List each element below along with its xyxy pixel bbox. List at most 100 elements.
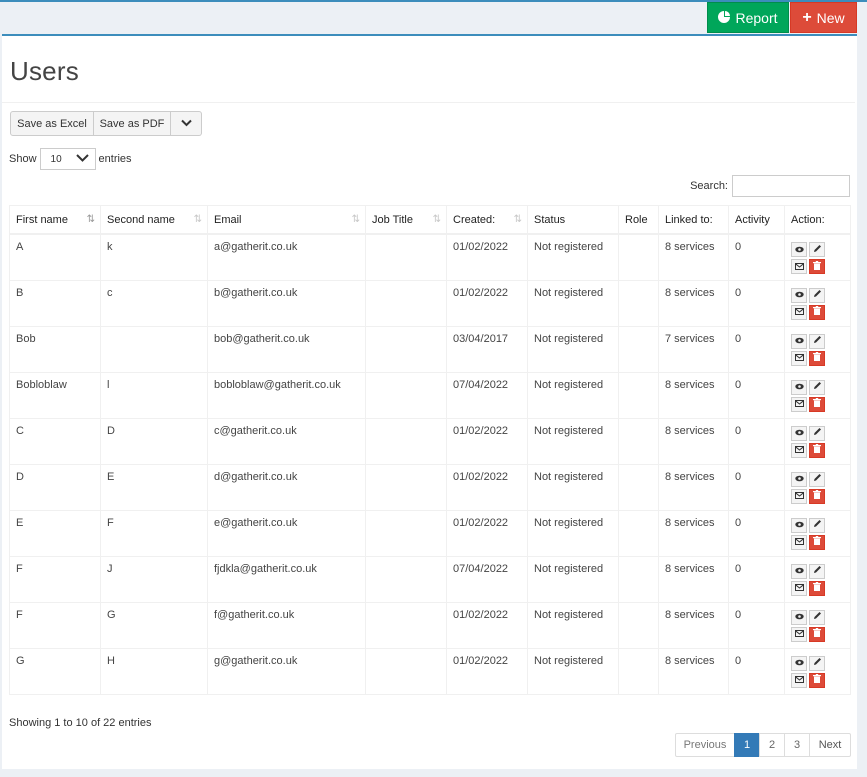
table-info: Showing 1 to 10 of 22 entries [9,717,152,729]
cell-created: 01/02/2022 [446,509,528,557]
page-length-control: Show 10 entries [9,148,132,170]
column-header-action: Action: [784,205,851,235]
view-button[interactable] [791,379,807,395]
delete-button[interactable] [809,672,825,688]
cell-activity: 0 [728,417,785,465]
entries-label: entries [98,153,132,165]
pencil-icon [813,611,822,623]
email-button[interactable] [791,396,807,412]
column-header-first-name[interactable]: First name ⇅ [9,205,101,235]
eye-icon [794,427,804,439]
pagination-page-2[interactable]: 2 [759,733,785,757]
view-button[interactable] [791,287,807,303]
cell-email: b@gatherit.co.uk [207,279,366,327]
pagination-previous[interactable]: Previous [675,733,735,757]
cell-actions [784,601,851,649]
edit-button[interactable] [809,333,825,349]
delete-button[interactable] [809,304,825,320]
view-button[interactable] [791,425,807,441]
column-header-second-name[interactable]: Second name ⇅ [100,205,208,235]
cell-first-name: D [9,463,101,511]
email-button[interactable] [791,488,807,504]
column-header-created[interactable]: Created: ⇅ [446,205,528,235]
table-row: Bobloblaw l bobloblaw@gatherit.co.uk 07/04/… [9,371,851,419]
cell-created: 07/04/2022 [446,371,528,419]
save-as-excel-button[interactable]: Save as Excel [10,111,94,136]
email-button[interactable] [791,442,807,458]
email-button[interactable] [791,672,807,688]
cell-activity: 0 [728,279,785,327]
trash-icon [813,536,821,548]
page-length-select[interactable]: 10 [39,148,96,170]
edit-button[interactable] [809,425,825,441]
new-button[interactable]: + New [790,2,857,33]
delete-button[interactable] [809,488,825,504]
cell-activity: 0 [728,463,785,511]
email-button[interactable] [791,350,807,366]
view-button[interactable] [791,517,807,533]
email-button[interactable] [791,626,807,642]
email-button[interactable] [791,259,807,274]
cell-job-title [365,601,447,649]
email-button[interactable] [791,580,807,596]
cell-status: Not registered [527,463,619,511]
pencil-icon [813,427,822,439]
pie-chart-icon [718,10,731,26]
cell-status: Not registered [527,371,619,419]
row-action-buttons [791,425,844,458]
edit-button[interactable] [809,609,825,625]
report-button[interactable]: Report [707,2,789,33]
view-button[interactable] [791,563,807,579]
delete-button[interactable] [809,534,825,550]
cell-role [618,601,659,649]
pagination-page-1[interactable]: 1 [734,733,760,757]
column-header-activity: Activity [728,205,785,235]
view-button[interactable] [791,333,807,349]
view-button[interactable] [791,609,807,625]
edit-button[interactable] [809,563,825,579]
column-header-job-title[interactable]: Job Title ⇅ [365,205,447,235]
show-label: Show [9,153,37,165]
cell-email: f@gatherit.co.uk [207,601,366,649]
search-input[interactable] [732,175,850,197]
pagination-next[interactable]: Next [809,733,851,757]
cell-role [618,509,659,557]
delete-button[interactable] [809,580,825,596]
edit-button[interactable] [809,242,825,257]
table-row: G Hg@gatherit.co.uk 01/02/2022 Not register… [9,647,851,695]
edit-button[interactable] [809,379,825,395]
edit-button[interactable] [809,655,825,671]
column-header-label: Action: [791,213,825,226]
cell-linked-to: 8 services [658,647,729,695]
view-button[interactable] [791,471,807,487]
delete-button[interactable] [809,350,825,366]
view-button[interactable] [791,242,807,257]
edit-button[interactable] [809,517,825,533]
trash-icon [813,490,821,502]
plus-icon: + [802,8,812,26]
save-as-pdf-button[interactable]: Save as PDF [94,111,171,136]
cell-second-name: G [100,601,208,649]
cell-created: 07/04/2022 [446,555,528,603]
pencil-icon [813,519,822,531]
cell-email: e@gatherit.co.uk [207,509,366,557]
row-action-buttons [791,471,844,504]
export-more-button[interactable] [171,111,202,136]
delete-button[interactable] [809,396,825,412]
cell-second-name [100,325,208,373]
cell-first-name: F [9,601,101,649]
edit-button[interactable] [809,471,825,487]
edit-button[interactable] [809,287,825,303]
email-button[interactable] [791,534,807,550]
delete-button[interactable] [809,442,825,458]
delete-button[interactable] [809,626,825,642]
email-button[interactable] [791,304,807,320]
cell-job-title [365,325,447,373]
cell-activity: 0 [728,371,785,419]
cell-created: 01/02/2022 [446,647,528,695]
column-header-email[interactable]: Email ⇅ [207,205,366,235]
view-button[interactable] [791,655,807,671]
pagination-page-3[interactable]: 3 [784,733,810,757]
delete-button[interactable] [809,259,825,274]
row-action-buttons [791,563,844,596]
